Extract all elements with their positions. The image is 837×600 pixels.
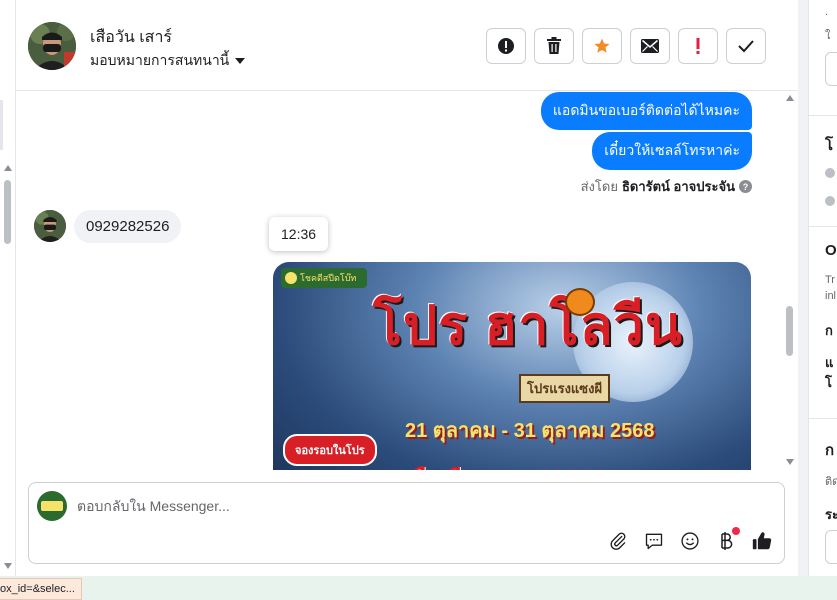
scroll-down-arrow-icon[interactable] [4, 563, 12, 569]
conversation-scrollbar-thumb[interactable] [786, 306, 793, 356]
panel-field-label: ก [825, 323, 833, 338]
promo-image-attachment[interactable]: โชคดีสปีดโบ๊ท โปร ฮาโลวีน โปรแรงแซงผี 21… [273, 262, 751, 470]
outgoing-message[interactable]: แอดมินขอเบอร์ติดต่อได้ไหมคะ [540, 92, 752, 130]
promo-headline: โปร ฮาโลวีน [373, 296, 683, 356]
panel-section-title: O [825, 242, 837, 259]
panel-field-label: แ [825, 355, 834, 370]
like-button[interactable] [750, 529, 774, 553]
important-button[interactable] [678, 28, 718, 64]
panel-divider [809, 226, 837, 227]
help-icon[interactable]: ? [739, 180, 752, 193]
location-icon [825, 196, 835, 206]
header-actions [486, 28, 766, 64]
panel-note: . [825, 6, 829, 18]
brand-logo: โชคดีสปีดโบ๊ท [281, 268, 367, 288]
panel-divider [809, 115, 837, 116]
pumpkin-icon [565, 288, 595, 316]
contact-name: เสือวัน เสาร์ [90, 29, 173, 46]
assign-label: มอบหมายการสนทนานี้ [90, 52, 230, 68]
scroll-up-arrow-icon[interactable] [786, 95, 794, 101]
panel-section-title: ก [825, 442, 835, 459]
caret-down-icon [235, 58, 246, 64]
report-icon [498, 38, 514, 54]
timestamp-tooltip: 12:36 [269, 217, 329, 251]
reply-composer [28, 482, 785, 564]
mark-unread-button[interactable] [630, 28, 670, 64]
contact-avatar-small[interactable] [34, 210, 66, 242]
panel-text: ติด [825, 476, 837, 488]
conversation-thread[interactable]: แอดมินขอเบอร์ติดต่อได้ไหมคะ เดี๋ยวให้เซล… [16, 92, 798, 470]
emoji-button[interactable] [678, 529, 702, 553]
status-url-bar: ox_id=&selec... [0, 578, 82, 600]
trash-icon [547, 37, 561, 54]
contact-avatar[interactable] [28, 22, 76, 70]
list-edge [0, 100, 3, 150]
promo-price-text: ลดเหลือเพียง บาท 12,000 [363, 460, 605, 470]
incoming-message[interactable]: 0929282526 [74, 210, 182, 243]
notification-dot [732, 527, 740, 535]
clock-icon [825, 168, 835, 178]
panel-field-label: โ [825, 375, 832, 390]
sent-by-prefix: ส่งโดย [580, 179, 618, 194]
promo-dates: 21 ตุลาคม - 31 ตุลาคม 2568 [405, 420, 655, 442]
panel-text: Tr [825, 274, 835, 286]
details-panel: . ใ โ O Tr inl ก แ โ ก ติด ระ [808, 0, 837, 576]
logo-mark-icon [285, 272, 297, 284]
sent-by-name: ธิดารัตน์ อาจประจัน [621, 179, 735, 194]
outgoing-message[interactable]: เดี๋ยวให้เซลล์โทรหาค่ะ [592, 132, 752, 170]
bottom-band [0, 576, 837, 600]
panel-gap [798, 0, 808, 576]
saved-replies-button[interactable] [642, 529, 666, 553]
baht-icon [721, 532, 733, 550]
sent-by-line: ส่งโดย ธิดารัตน์ อาจประจัน ? [581, 176, 752, 197]
mark-done-button[interactable] [726, 28, 766, 64]
panel-section-title: โ [825, 137, 834, 154]
avatar-photo-icon [28, 22, 76, 70]
panel-text: inl [825, 290, 837, 302]
scrollbar-thumb[interactable] [4, 180, 11, 244]
panel-divider [809, 418, 837, 419]
panel-select[interactable] [825, 530, 837, 564]
assign-conversation-dropdown[interactable]: มอบหมายการสนทนานี้ [90, 50, 246, 72]
important-icon [696, 38, 700, 54]
scroll-up-arrow-icon[interactable] [4, 165, 12, 171]
conversation-header: เสือวัน เสาร์ มอบหมายการสนทนานี้ [16, 0, 798, 91]
payment-button[interactable] [714, 527, 740, 553]
avatar-photo-icon [34, 210, 66, 242]
reply-input[interactable] [77, 498, 757, 514]
smiley-icon [681, 532, 699, 550]
attach-button[interactable] [606, 529, 630, 553]
paperclip-icon [610, 532, 626, 550]
panel-input[interactable] [825, 52, 837, 86]
star-button[interactable] [582, 28, 622, 64]
panel-field-label: ระ [825, 507, 837, 522]
composer-tools [606, 527, 774, 553]
left-list-scrollbar[interactable] [0, 0, 16, 600]
star-icon [594, 38, 610, 53]
page-avatar [37, 491, 67, 521]
thumbs-up-icon [752, 532, 772, 550]
scroll-down-arrow-icon[interactable] [786, 459, 794, 465]
panel-label: ใ [825, 30, 831, 42]
report-button[interactable] [486, 28, 526, 64]
inbox-window: เสือวัน เสาร์ มอบหมายการสนทนานี้ แอดมินข… [0, 0, 837, 600]
promo-subtitle: โปรแรงแซงผี [519, 374, 611, 403]
chat-bubble-icon [645, 533, 663, 550]
delete-button[interactable] [534, 28, 574, 64]
envelope-icon [641, 39, 659, 53]
check-icon [738, 40, 754, 53]
